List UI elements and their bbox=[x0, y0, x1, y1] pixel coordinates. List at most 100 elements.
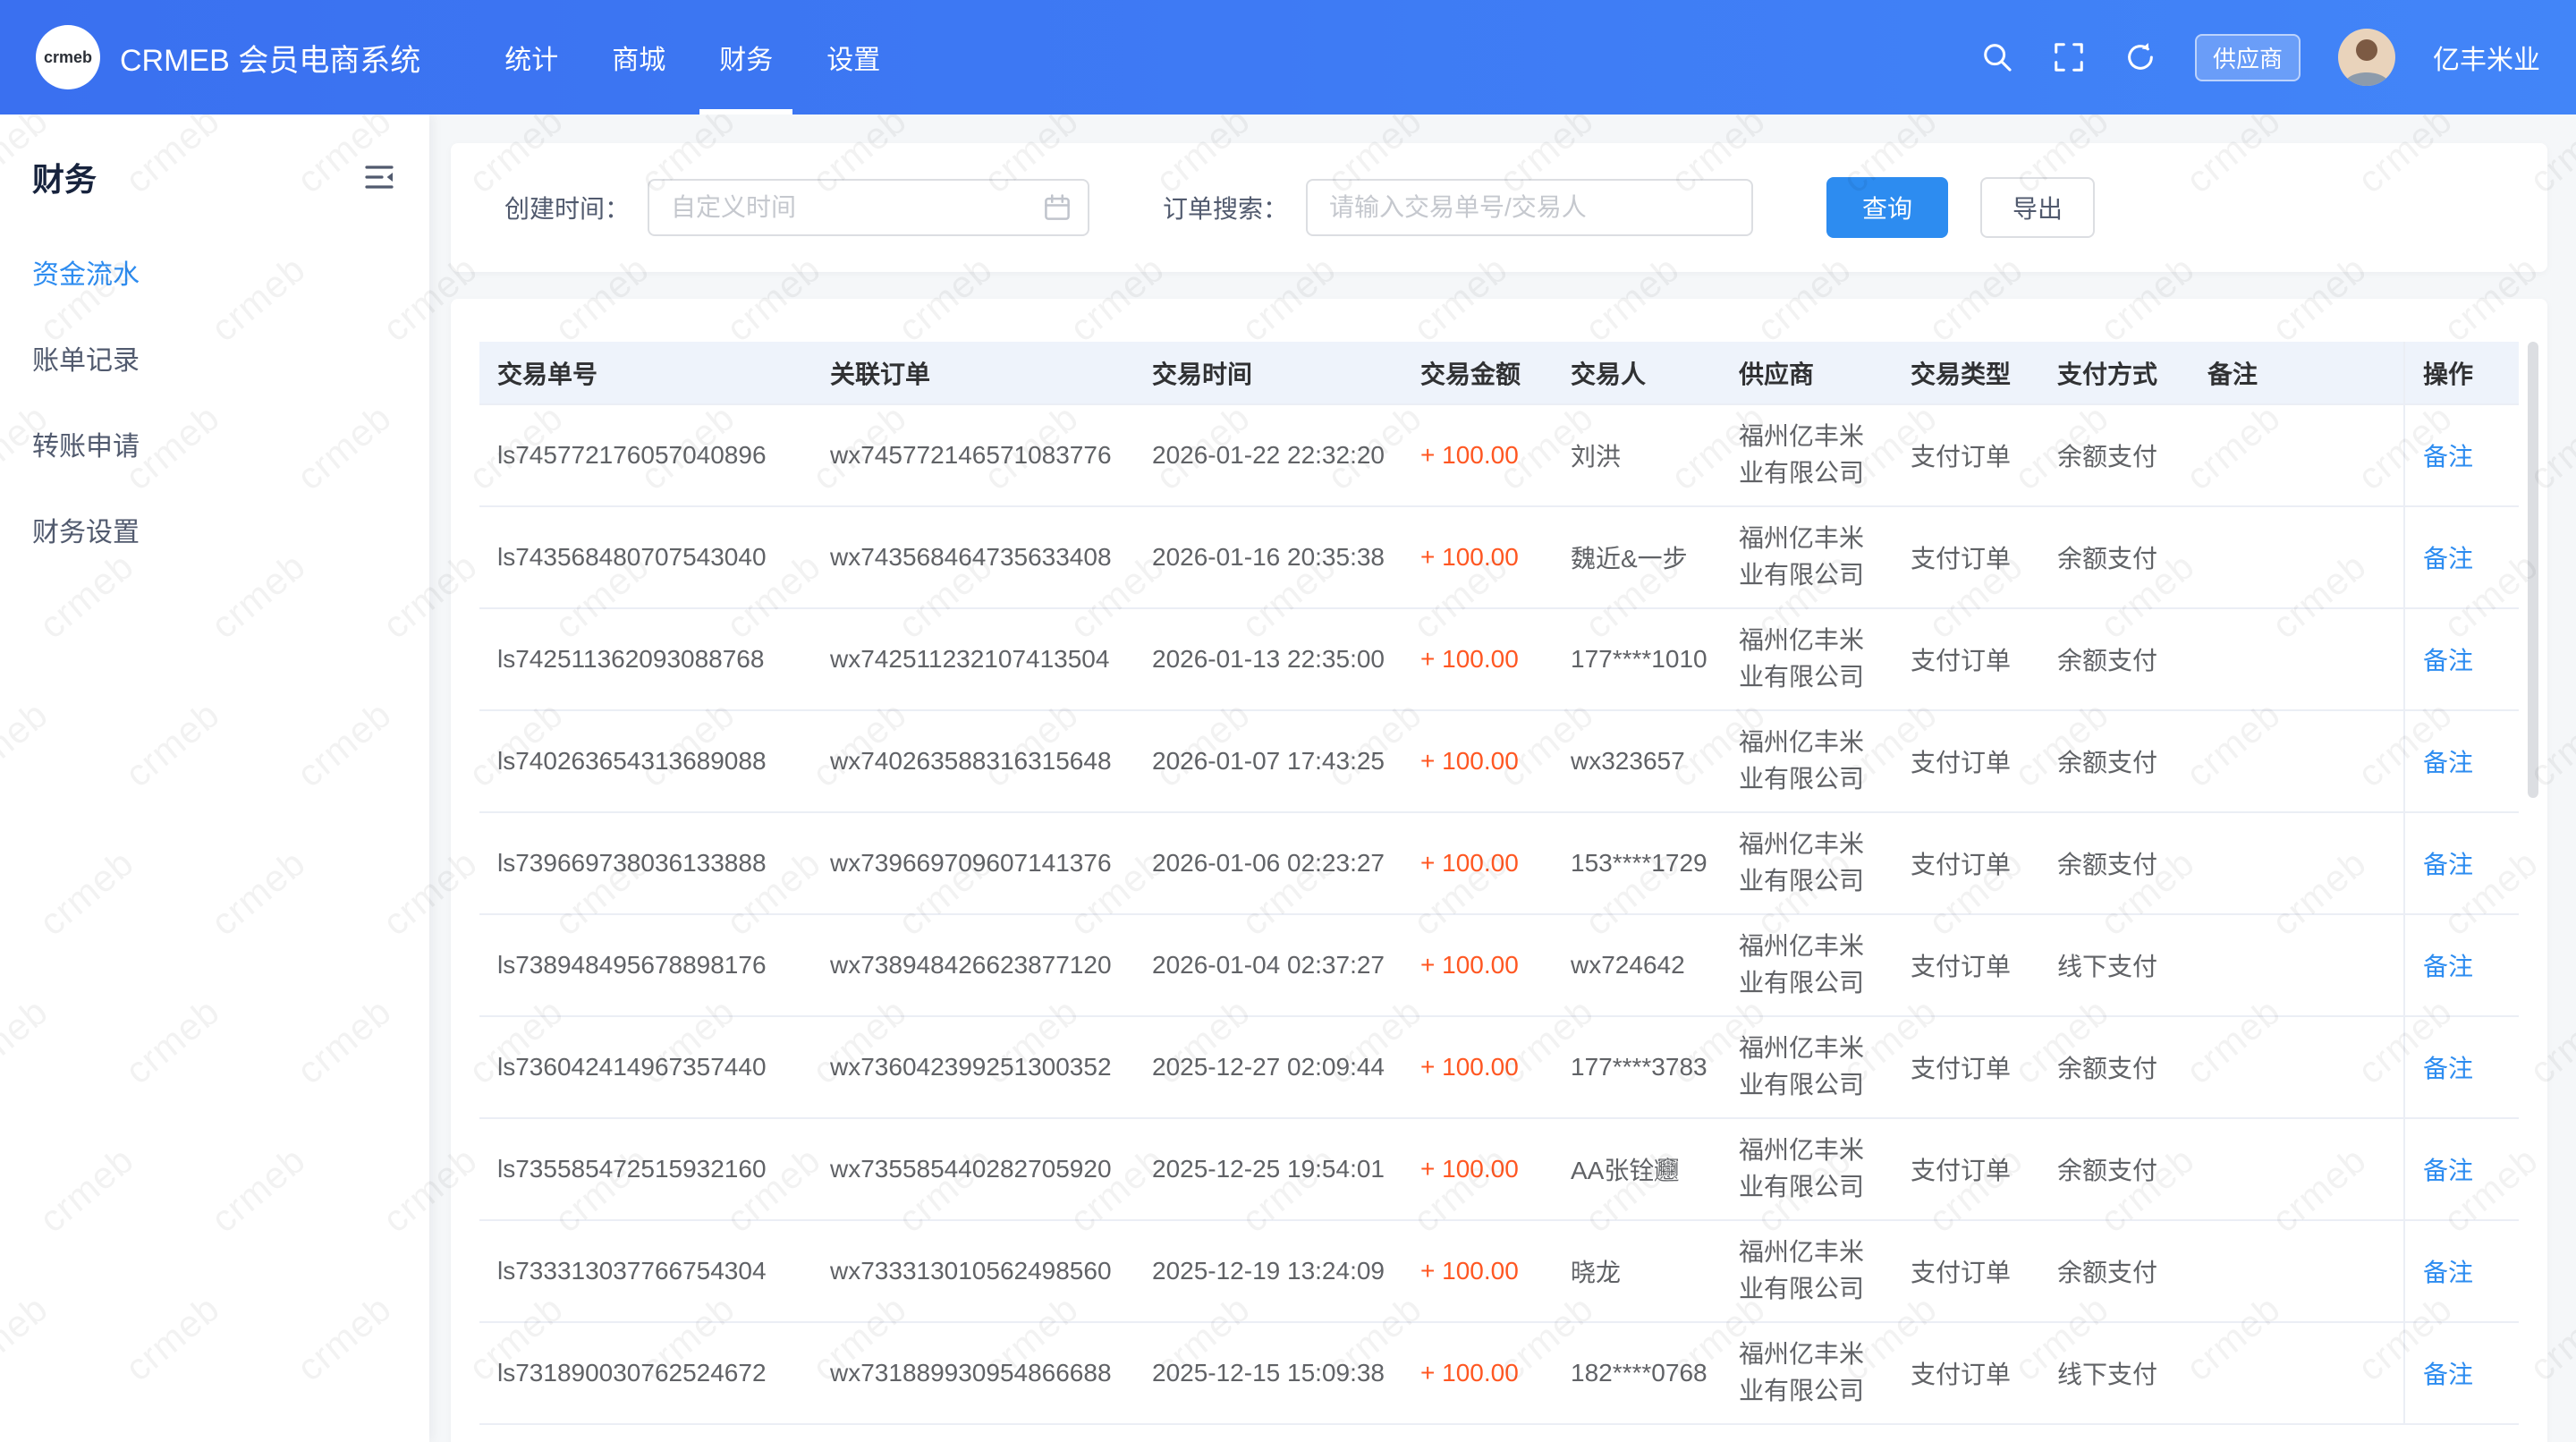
col-trade-time: 交易时间 bbox=[1134, 342, 1402, 404]
remark-link[interactable]: 备注 bbox=[2423, 1157, 2473, 1184]
sidebar-item-transfer-request[interactable]: 转账申请 bbox=[0, 401, 429, 487]
cell-amount: + 100.00 bbox=[1402, 608, 1553, 710]
fullscreen-icon[interactable] bbox=[2052, 40, 2086, 74]
remark-link[interactable]: 备注 bbox=[2423, 1055, 2473, 1082]
cell-actions: 备注 bbox=[2404, 506, 2519, 608]
cell-supplier: 福州亿丰米业有限公司 bbox=[1721, 506, 1893, 608]
order-search-input[interactable] bbox=[1306, 179, 1753, 236]
cell-actions: 备注 bbox=[2404, 710, 2519, 812]
cell-amount: + 100.00 bbox=[1402, 812, 1553, 914]
cell-amount: + 100.00 bbox=[1402, 710, 1553, 812]
table-row: ls733313037766754304 wx73331301056249856… bbox=[479, 1220, 2519, 1322]
cell-pay-method: 余额支付 bbox=[2039, 1220, 2190, 1322]
top-nav: 统计 商城 财务 设置 bbox=[478, 0, 907, 115]
sidebar-item-finance-settings[interactable]: 财务设置 bbox=[0, 487, 429, 573]
nav-tab-mall[interactable]: 商城 bbox=[585, 0, 692, 115]
export-button[interactable]: 导出 bbox=[1980, 177, 2095, 238]
app-title: CRMEB 会员电商系统 bbox=[120, 36, 420, 80]
cell-remark bbox=[2190, 404, 2404, 506]
cell-amount: + 100.00 bbox=[1402, 914, 1553, 1016]
collapse-menu-icon[interactable] bbox=[361, 159, 397, 195]
cell-related-order: wx743568464735633408 bbox=[812, 506, 1134, 608]
nav-tab-statistics[interactable]: 统计 bbox=[478, 0, 585, 115]
cell-pay-method: 余额支付 bbox=[2039, 506, 2190, 608]
cell-remark bbox=[2190, 506, 2404, 608]
cell-related-order: wx738948426623877120 bbox=[812, 914, 1134, 1016]
cell-pay-method: 余额支付 bbox=[2039, 404, 2190, 506]
sidebar-header: 财务 bbox=[0, 115, 429, 229]
cell-trade-type: 支付订单 bbox=[1893, 1016, 2039, 1118]
cell-related-order: wx731889930954866688 bbox=[812, 1322, 1134, 1424]
app-logo-icon: crmeb bbox=[36, 25, 100, 89]
table-row: ls745772176057040896 wx74577214657108377… bbox=[479, 404, 2519, 506]
table-row: ls735585472515932160 wx73558544028270592… bbox=[479, 1118, 2519, 1220]
sidebar-item-capital-flow[interactable]: 资金流水 bbox=[0, 229, 429, 315]
top-header: crmeb CRMEB 会员电商系统 统计 商城 财务 设置 供应商 亿丰米业 bbox=[0, 0, 2576, 115]
sidebar-item-bill-records[interactable]: 账单记录 bbox=[0, 315, 429, 401]
cell-pay-method: 余额支付 bbox=[2039, 710, 2190, 812]
remark-link[interactable]: 备注 bbox=[2423, 749, 2473, 776]
sidebar-title: 财务 bbox=[32, 154, 97, 200]
cell-related-order: wx739669709607141376 bbox=[812, 812, 1134, 914]
search-icon[interactable] bbox=[1980, 40, 2014, 74]
table-body: ls745772176057040896 wx74577214657108377… bbox=[479, 404, 2519, 1424]
col-remark: 备注 bbox=[2190, 342, 2404, 404]
remark-link[interactable]: 备注 bbox=[2423, 1361, 2473, 1388]
col-trader: 交易人 bbox=[1553, 342, 1721, 404]
main-content: 创建时间： 订单搜索： 查询 导出 bbox=[429, 115, 2576, 1442]
cell-pay-method: 线下支付 bbox=[2039, 1322, 2190, 1424]
cell-remark bbox=[2190, 1016, 2404, 1118]
remark-link[interactable]: 备注 bbox=[2423, 647, 2473, 674]
sidebar: 财务 资金流水 账单记录 转账申请 财务设置 bbox=[0, 115, 429, 1442]
nav-tab-settings[interactable]: 设置 bbox=[800, 0, 907, 115]
table-scrollbar[interactable] bbox=[2528, 342, 2538, 798]
cell-supplier: 福州亿丰米业有限公司 bbox=[1721, 710, 1893, 812]
date-range-picker bbox=[648, 179, 1089, 236]
cell-trader: wx323657 bbox=[1553, 710, 1721, 812]
table-row: ls739669738036133888 wx73966970960714137… bbox=[479, 812, 2519, 914]
remark-link[interactable]: 备注 bbox=[2423, 443, 2473, 471]
cell-actions: 备注 bbox=[2404, 914, 2519, 1016]
cell-trade-time: 2025-12-15 15:09:38 bbox=[1134, 1322, 1402, 1424]
cell-order-no: ls733313037766754304 bbox=[479, 1220, 812, 1322]
date-input[interactable] bbox=[648, 179, 1089, 236]
cell-related-order: wx740263588316315648 bbox=[812, 710, 1134, 812]
cell-remark bbox=[2190, 710, 2404, 812]
supplier-badge[interactable]: 供应商 bbox=[2195, 34, 2301, 81]
cell-trade-type: 支付订单 bbox=[1893, 404, 2039, 506]
cell-trader: 177****3783 bbox=[1553, 1016, 1721, 1118]
cell-remark bbox=[2190, 1118, 2404, 1220]
cell-remark bbox=[2190, 914, 2404, 1016]
cell-order-no: ls743568480707543040 bbox=[479, 506, 812, 608]
query-button[interactable]: 查询 bbox=[1826, 177, 1948, 238]
cell-trade-time: 2026-01-13 22:35:00 bbox=[1134, 608, 1402, 710]
cell-trader: wx724642 bbox=[1553, 914, 1721, 1016]
refresh-icon[interactable] bbox=[2123, 40, 2157, 74]
cell-trade-type: 支付订单 bbox=[1893, 1118, 2039, 1220]
cell-actions: 备注 bbox=[2404, 812, 2519, 914]
cell-pay-method: 余额支付 bbox=[2039, 1118, 2190, 1220]
table-row: ls736042414967357440 wx73604239925130035… bbox=[479, 1016, 2519, 1118]
cell-order-no: ls738948495678898176 bbox=[479, 914, 812, 1016]
cell-trade-type: 支付订单 bbox=[1893, 506, 2039, 608]
cell-order-no: ls739669738036133888 bbox=[479, 812, 812, 914]
col-pay-method: 支付方式 bbox=[2039, 342, 2190, 404]
cell-trader: 晓龙 bbox=[1553, 1220, 1721, 1322]
remark-link[interactable]: 备注 bbox=[2423, 953, 2473, 980]
cell-supplier: 福州亿丰米业有限公司 bbox=[1721, 914, 1893, 1016]
cell-trader: 153****1729 bbox=[1553, 812, 1721, 914]
cell-remark bbox=[2190, 812, 2404, 914]
table-row: ls743568480707543040 wx74356846473563340… bbox=[479, 506, 2519, 608]
transactions-table-card: 交易单号 关联订单 交易时间 交易金额 交易人 供应商 交易类型 支付方式 备注… bbox=[451, 299, 2547, 1442]
username[interactable]: 亿丰米业 bbox=[2433, 38, 2540, 77]
col-related-order: 关联订单 bbox=[812, 342, 1134, 404]
remark-link[interactable]: 备注 bbox=[2423, 1259, 2473, 1286]
remark-link[interactable]: 备注 bbox=[2423, 545, 2473, 573]
nav-tab-finance[interactable]: 财务 bbox=[692, 0, 800, 115]
cell-pay-method: 线下支付 bbox=[2039, 914, 2190, 1016]
cell-trade-time: 2026-01-07 17:43:25 bbox=[1134, 710, 1402, 812]
user-avatar[interactable] bbox=[2338, 29, 2395, 86]
remark-link[interactable]: 备注 bbox=[2423, 851, 2473, 878]
page-body: 财务 资金流水 账单记录 转账申请 财务设置 创建时间： 订单搜索： 查询 bbox=[0, 115, 2576, 1442]
cell-trader: 魏近&一步 bbox=[1553, 506, 1721, 608]
